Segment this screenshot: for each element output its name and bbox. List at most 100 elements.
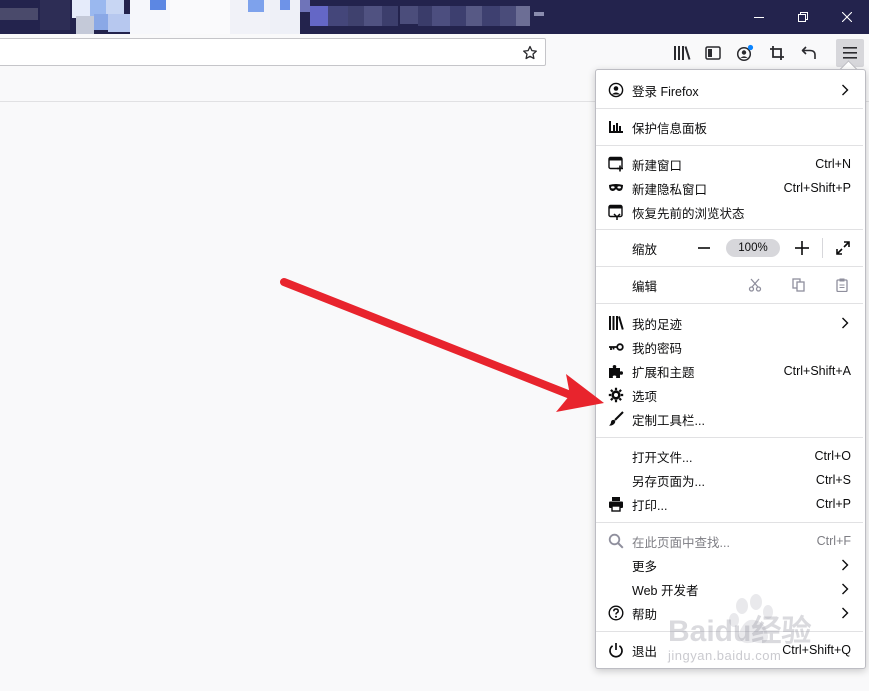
library-icon: [608, 315, 624, 331]
fullscreen-button[interactable]: [832, 236, 854, 260]
menu-item-options[interactable]: 选项: [596, 383, 863, 407]
menu-item-label: 保护信息面板: [632, 121, 708, 136]
menu-item-addons[interactable]: 扩展和主题 Ctrl+Shift+A: [596, 359, 863, 383]
new-window-icon: [608, 156, 624, 172]
bookmark-star-button[interactable]: [519, 42, 541, 64]
paste-icon: [836, 278, 848, 292]
close-window-button[interactable]: [825, 0, 869, 34]
menu-item-zoom: 缩放 100%: [596, 236, 863, 260]
menu-item-more[interactable]: 更多: [596, 553, 863, 577]
sidebar-icon: [705, 46, 721, 60]
separator: [596, 108, 863, 109]
undo-icon: [801, 46, 816, 59]
menu-item-label: 打开文件...: [632, 450, 693, 465]
menu-item-label: 定制工具栏...: [632, 413, 705, 428]
blurred-tab-2[interactable]: [300, 0, 550, 34]
minimize-button[interactable]: [737, 0, 781, 34]
menu-item-logins[interactable]: 我的密码: [596, 335, 863, 359]
menu-item-label: 登录 Firefox: [632, 84, 699, 99]
menu-item-customize[interactable]: 定制工具栏...: [596, 407, 863, 431]
account-icon: [736, 44, 754, 62]
menu-item-login[interactable]: 登录 Firefox: [596, 78, 863, 102]
close-icon: [842, 12, 852, 22]
shortcut-label: Ctrl+S: [815, 473, 851, 487]
zoom-out-button[interactable]: [694, 236, 714, 260]
menu-item-label: 扩展和主题: [632, 365, 695, 380]
library-button[interactable]: [668, 39, 696, 67]
search-icon: [608, 533, 624, 549]
hamburger-menu-icon: [843, 47, 857, 59]
account-icon: [608, 82, 624, 98]
account-button[interactable]: [731, 39, 759, 67]
menu-item-new-private-window[interactable]: 新建隐私窗口 Ctrl+Shift+P: [596, 176, 863, 200]
shortcut-label: Ctrl+P: [815, 497, 851, 511]
window-controls: [737, 0, 869, 34]
chevron-right-icon: [842, 84, 849, 96]
cut-button[interactable]: [744, 273, 766, 297]
menu-item-protection-dashboard[interactable]: 保护信息面板: [596, 115, 863, 139]
separator: [596, 145, 863, 146]
app-menu-panel: 登录 Firefox 保护信息面板 新建窗口 Ctrl+N 新建隐私窗口 Ctr…: [595, 69, 866, 669]
zoom-label: 缩放: [632, 242, 658, 257]
minus-icon: [698, 247, 710, 249]
chevron-right-icon: [842, 607, 849, 619]
menu-item-label: 另存页面为...: [632, 474, 705, 489]
sidebar-button[interactable]: [699, 39, 727, 67]
shortcut-label: Ctrl+O: [814, 449, 851, 463]
shortcut-label: Ctrl+F: [816, 534, 851, 548]
key-icon: [608, 339, 624, 355]
separator: [596, 303, 863, 304]
screenshot-icon: [770, 46, 784, 60]
restore-icon: [798, 12, 808, 22]
star-icon: [523, 45, 537, 60]
zoom-in-button[interactable]: [792, 236, 812, 260]
menu-item-library[interactable]: 我的足迹: [596, 311, 863, 335]
copy-button[interactable]: [788, 273, 810, 297]
menu-item-label: 更多: [632, 559, 658, 574]
divider: [822, 238, 823, 258]
watermark-brand: Baidu经验: [668, 615, 812, 648]
separator: [596, 522, 863, 523]
chevron-right-icon: [842, 317, 849, 329]
fullscreen-icon: [836, 241, 850, 255]
restore-session-icon: [608, 204, 624, 220]
menu-item-print[interactable]: 打印... Ctrl+P: [596, 492, 863, 516]
puzzle-piece-icon: [608, 363, 624, 379]
menu-item-label: 帮助: [632, 607, 658, 622]
gear-icon: [608, 387, 624, 403]
watermark-url: jingyan.baidu.com: [668, 648, 782, 663]
menu-item-label: 打印...: [632, 498, 668, 513]
help-icon: [608, 605, 624, 621]
private-mask-icon: [608, 180, 624, 196]
blurred-tab[interactable]: [0, 0, 300, 34]
separator: [596, 229, 863, 230]
paste-button[interactable]: [831, 273, 853, 297]
shortcut-label: Ctrl+N: [815, 157, 851, 171]
restore-button[interactable]: [781, 0, 825, 34]
printer-icon: [608, 496, 624, 512]
menu-item-label: 恢复先前的浏览状态: [632, 206, 745, 221]
copy-icon: [792, 278, 805, 292]
separator: [596, 437, 863, 438]
menu-item-restore-session[interactable]: 恢复先前的浏览状态: [596, 200, 863, 224]
scissors-icon: [748, 278, 762, 292]
menu-item-label: Web 开发者: [632, 583, 699, 598]
minimize-icon: [754, 17, 764, 18]
zoom-reset-button[interactable]: 100%: [726, 239, 780, 257]
menu-item-find[interactable]: 在此页面中查找... Ctrl+F: [596, 529, 863, 553]
menu-item-save-page[interactable]: 另存页面为... Ctrl+S: [596, 468, 863, 492]
plus-icon: [795, 241, 809, 255]
shortcut-label: Ctrl+Shift+A: [783, 364, 851, 378]
menu-item-label: 选项: [632, 389, 658, 404]
screenshot-button[interactable]: [763, 39, 791, 67]
menu-item-new-window[interactable]: 新建窗口 Ctrl+N: [596, 152, 863, 176]
chevron-right-icon: [842, 559, 849, 571]
menu-item-label: 我的密码: [632, 341, 683, 356]
menu-item-open-file[interactable]: 打开文件... Ctrl+O: [596, 444, 863, 468]
dashboard-chart-icon: [608, 119, 624, 135]
url-bar[interactable]: [0, 38, 546, 66]
menu-item-label: 我的足迹: [632, 317, 683, 332]
undo-button[interactable]: [795, 39, 823, 67]
menu-item-label: 新建窗口: [632, 158, 683, 173]
power-icon: [608, 642, 624, 658]
